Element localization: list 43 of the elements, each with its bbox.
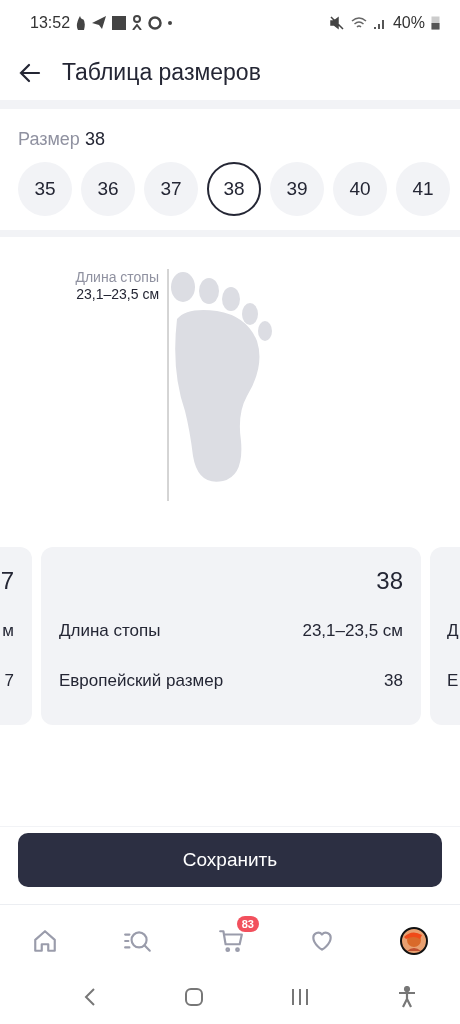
mute-icon bbox=[328, 14, 345, 31]
row-label: Европейский размер bbox=[59, 671, 224, 691]
home-icon bbox=[32, 928, 59, 954]
wifi-icon bbox=[350, 15, 367, 30]
square-app-icon bbox=[112, 15, 127, 30]
foot-length-value: 23,1–23,5 см bbox=[75, 286, 159, 303]
cart-badge: 83 bbox=[236, 916, 259, 932]
size-option[interactable]: 36 bbox=[81, 162, 135, 216]
dot-icon bbox=[168, 20, 173, 25]
row-label: Д bbox=[447, 621, 459, 641]
stick-figure-icon bbox=[132, 15, 143, 30]
recents-icon[interactable] bbox=[290, 987, 311, 1006]
paper-plane-icon bbox=[92, 16, 107, 29]
battery-percent: 40% bbox=[392, 13, 425, 32]
size-option[interactable]: 38 bbox=[207, 162, 261, 216]
home-button-icon[interactable] bbox=[183, 986, 204, 1007]
size-option[interactable]: 39 bbox=[270, 162, 324, 216]
circle-app-icon bbox=[148, 15, 163, 30]
card-size: 38 bbox=[376, 567, 403, 594]
battery-icon bbox=[431, 15, 440, 30]
card-size: 7 bbox=[0, 567, 14, 594]
page-title: Таблица размеров bbox=[62, 59, 261, 86]
row-value: м bbox=[2, 621, 14, 641]
accessibility-icon[interactable] bbox=[396, 985, 417, 1008]
size-option[interactable]: 41 bbox=[396, 162, 450, 216]
row-label: Длина стопы bbox=[59, 621, 161, 641]
row-value: 38 bbox=[384, 671, 403, 691]
size-label: Размер 38 bbox=[18, 129, 106, 150]
cart-icon bbox=[216, 928, 245, 954]
size-option[interactable]: 40 bbox=[333, 162, 387, 216]
size-option[interactable]: 35 bbox=[18, 162, 72, 216]
status-time: 13:52 bbox=[30, 13, 71, 32]
selected-size: 38 bbox=[84, 129, 105, 149]
back-arrow-icon[interactable] bbox=[18, 61, 42, 84]
row-value: 23,1–23,5 см bbox=[302, 621, 403, 641]
foot-length-label: Длина стопы bbox=[74, 269, 159, 286]
flame-icon bbox=[76, 15, 87, 30]
save-button[interactable]: Сохранить bbox=[18, 833, 442, 887]
back-icon[interactable] bbox=[83, 986, 98, 1007]
size-option[interactable]: 37 bbox=[144, 162, 198, 216]
row-value: 7 bbox=[4, 671, 14, 691]
row-label: Е bbox=[447, 671, 459, 691]
search-icon bbox=[122, 928, 153, 954]
